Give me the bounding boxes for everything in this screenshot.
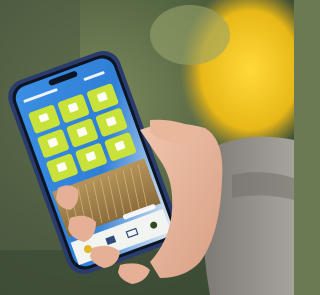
photo-scene bbox=[0, 0, 294, 295]
